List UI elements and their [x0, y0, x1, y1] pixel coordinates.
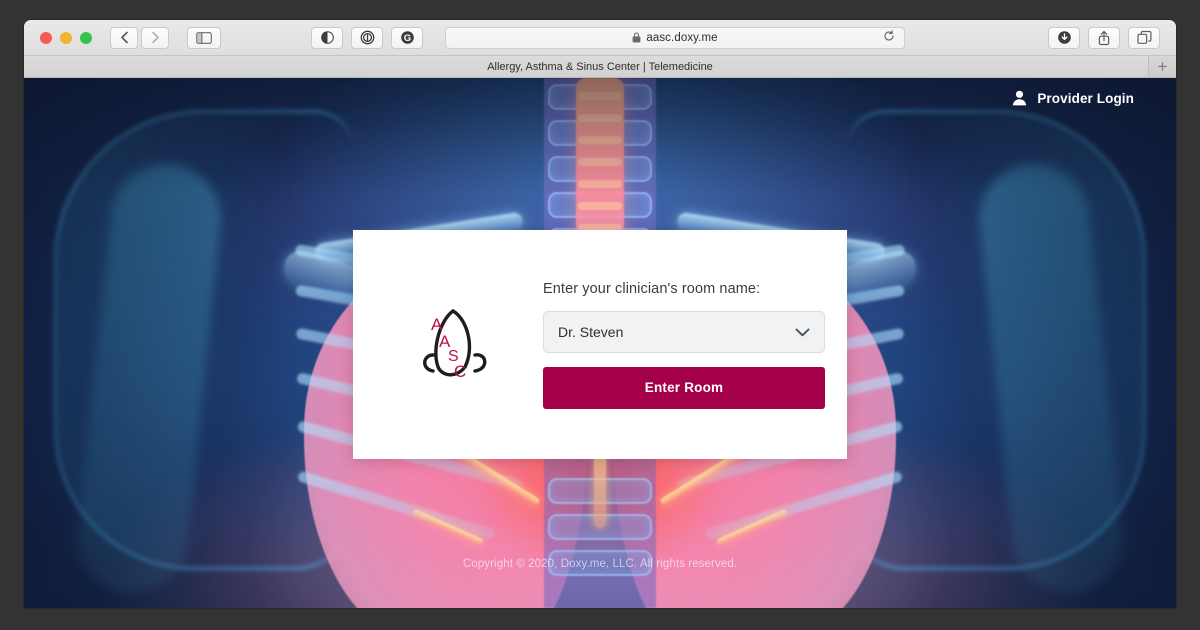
back-button[interactable] [110, 26, 138, 49]
window-controls [40, 31, 92, 44]
lock-icon [632, 32, 641, 43]
navigation-buttons [110, 26, 169, 49]
clinic-logo: A A S C [353, 297, 543, 393]
form-label: Enter your clinician's room name: [543, 280, 761, 297]
address-bar-content: aasc.doxy.me [632, 31, 718, 44]
chevron-down-icon [795, 324, 810, 340]
room-entry-card: A A S C Enter your clinician's room name… [353, 230, 847, 459]
new-tab-button[interactable]: + [1148, 56, 1176, 77]
browser-window: G aasc.doxy.me Allergy, Asthma & Sinus C… [24, 20, 1176, 608]
share-icon [1098, 30, 1110, 45]
copyright-text: Copyright © 2020, Doxy.me, LLC. All righ… [462, 558, 738, 570]
user-icon [1013, 90, 1027, 106]
address-bar[interactable]: aasc.doxy.me [445, 26, 905, 49]
room-name-selected-value: Dr. Steven [558, 323, 624, 340]
enter-room-button[interactable]: Enter Room [543, 366, 825, 409]
maximize-window-button[interactable] [80, 31, 92, 44]
half-filled-circle-icon [320, 31, 334, 44]
extension-icon-1-button[interactable] [311, 26, 343, 49]
svg-text:G: G [403, 33, 410, 44]
g-badge-icon: G [400, 31, 414, 44]
address-bar-url: aasc.doxy.me [646, 31, 718, 44]
sidebar-icon [196, 31, 212, 44]
page-viewport: Provider Login A A S C Enter your clinic… [24, 78, 1176, 608]
reload-button[interactable] [883, 29, 895, 47]
share-button[interactable] [1088, 26, 1120, 49]
close-window-button[interactable] [40, 31, 52, 44]
sidebar-toggle-button[interactable] [187, 26, 221, 49]
extension-icon-3-button[interactable]: G [391, 26, 423, 49]
tab-strip: Allergy, Asthma & Sinus Center | Telemed… [24, 56, 1176, 78]
provider-login-label: Provider Login [1037, 90, 1134, 106]
browser-toolbar: G aasc.doxy.me [24, 20, 1176, 56]
reload-icon [884, 29, 894, 41]
tabs-overview-button[interactable] [1128, 26, 1160, 49]
logo-letter-c: C [454, 362, 466, 381]
tabs-overview-icon [1136, 30, 1151, 44]
download-icon [1057, 31, 1071, 44]
toolbar-right-buttons [1048, 26, 1160, 49]
room-name-select[interactable]: Dr. Steven [543, 310, 825, 353]
extension-icon-2-button[interactable] [351, 26, 383, 49]
chevron-left-icon [120, 31, 128, 44]
provider-login-link[interactable]: Provider Login [1012, 90, 1134, 106]
minimize-window-button[interactable] [60, 31, 72, 44]
aasc-sinus-logo-icon: A A S C [423, 308, 487, 381]
room-entry-form: Enter your clinician's room name: Dr. St… [543, 281, 847, 409]
extension-buttons: G [311, 26, 423, 49]
downloads-button[interactable] [1048, 26, 1080, 49]
concentric-circle-icon [360, 30, 374, 45]
chevron-right-icon [151, 31, 159, 44]
forward-button[interactable] [141, 26, 169, 49]
active-tab-title[interactable]: Allergy, Asthma & Sinus Center | Telemed… [487, 61, 713, 73]
